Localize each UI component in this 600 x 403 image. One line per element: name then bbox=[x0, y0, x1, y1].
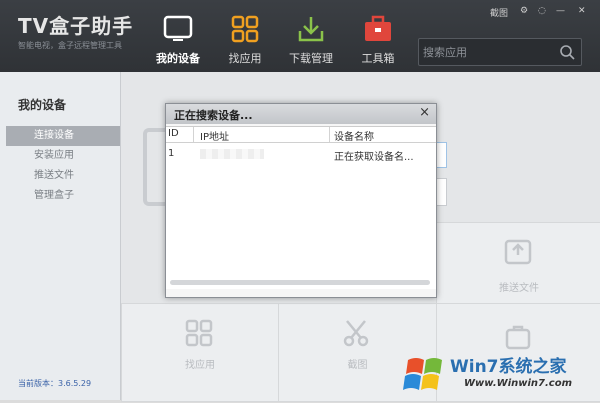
tv-icon bbox=[163, 15, 193, 41]
nav-downloads[interactable]: 下载管理 bbox=[276, 0, 346, 72]
inbox-icon bbox=[504, 239, 532, 265]
sidebar-item-manage-box[interactable]: 管理盒子 bbox=[6, 186, 120, 206]
column-header-device-name[interactable]: 设备名称 bbox=[334, 128, 374, 143]
watermark-brand: Win7系统之家 bbox=[450, 357, 567, 377]
screenshot-button[interactable]: 截图 bbox=[490, 6, 508, 20]
skin-icon[interactable]: ◌ bbox=[538, 6, 546, 20]
close-button[interactable]: ✕ bbox=[578, 6, 586, 20]
column-header-id[interactable]: ID bbox=[168, 128, 179, 139]
column-header-ip[interactable]: IP地址 bbox=[200, 128, 229, 143]
nav-label: 找应用 bbox=[228, 52, 262, 65]
dialog-title: 正在搜索设备... bbox=[174, 109, 253, 122]
grid-icon bbox=[231, 15, 259, 43]
search-input[interactable]: 搜索应用 bbox=[418, 38, 582, 66]
sidebar-item-install-app[interactable]: 安装应用 bbox=[6, 146, 120, 166]
dialog-titlebar: 正在搜索设备... × bbox=[166, 104, 436, 124]
tile-label: 找应用 bbox=[185, 360, 215, 371]
watermark-logo: Win7系统之家 Www.Winwin7.com bbox=[400, 348, 600, 400]
device-list: ID IP地址 设备名称 1 正在获取设备名... bbox=[166, 126, 436, 289]
row-id: 1 bbox=[168, 148, 175, 159]
toolbox-icon bbox=[365, 15, 391, 41]
search-icon[interactable] bbox=[559, 44, 575, 60]
ip-redacted bbox=[200, 149, 264, 159]
tile-push-file[interactable]: 推送文件 bbox=[436, 222, 600, 304]
nav-my-devices[interactable]: 我的设备 bbox=[143, 0, 213, 72]
app-title: TV盒子助手 bbox=[18, 14, 134, 38]
nav-label: 下载管理 bbox=[289, 52, 333, 65]
tile-find-app[interactable]: 找应用 bbox=[121, 303, 279, 402]
top-bar: TV盒子助手 智能电视，盒子远程管理工具 我的设备 找应用 下载管理 工具箱 截… bbox=[0, 0, 600, 72]
search-device-dialog: 正在搜索设备... × ID IP地址 设备名称 1 正在获取设备名... bbox=[165, 103, 437, 298]
sidebar-title: 我的设备 bbox=[18, 98, 67, 112]
search-placeholder: 搜索应用 bbox=[423, 46, 467, 59]
sidebar: 我的设备 连接设备 安装应用 推送文件 管理盒子 当前版本：3.6.5.29 bbox=[0, 72, 121, 400]
sidebar-item-push-file[interactable]: 推送文件 bbox=[6, 166, 120, 186]
download-icon bbox=[298, 17, 324, 42]
list-header: ID IP地址 设备名称 bbox=[166, 127, 436, 143]
tile-label: 推送文件 bbox=[499, 283, 539, 294]
nav-label: 工具箱 bbox=[361, 52, 395, 65]
nav-toolbox[interactable]: 工具箱 bbox=[343, 0, 413, 72]
nav-find-apps[interactable]: 找应用 bbox=[210, 0, 280, 72]
close-icon[interactable]: × bbox=[419, 105, 430, 120]
sidebar-item-connect-device[interactable]: 连接设备 bbox=[6, 126, 120, 146]
table-row[interactable]: 1 正在获取设备名... bbox=[166, 147, 436, 163]
grid-icon bbox=[185, 319, 213, 347]
horizontal-scrollbar[interactable] bbox=[170, 280, 430, 285]
watermark-url: Www.Winwin7.com bbox=[464, 378, 573, 389]
minimize-button[interactable]: — bbox=[556, 6, 565, 20]
column-divider bbox=[193, 127, 194, 142]
settings-icon[interactable]: ⚙ bbox=[520, 6, 528, 20]
version-label: 当前版本：3.6.5.29 bbox=[18, 379, 92, 388]
app-subtitle: 智能电视，盒子远程管理工具 bbox=[18, 41, 122, 50]
row-device-name: 正在获取设备名... bbox=[334, 152, 414, 163]
nav-label: 我的设备 bbox=[156, 52, 200, 65]
scissors-icon bbox=[343, 320, 369, 347]
column-divider bbox=[329, 127, 330, 142]
